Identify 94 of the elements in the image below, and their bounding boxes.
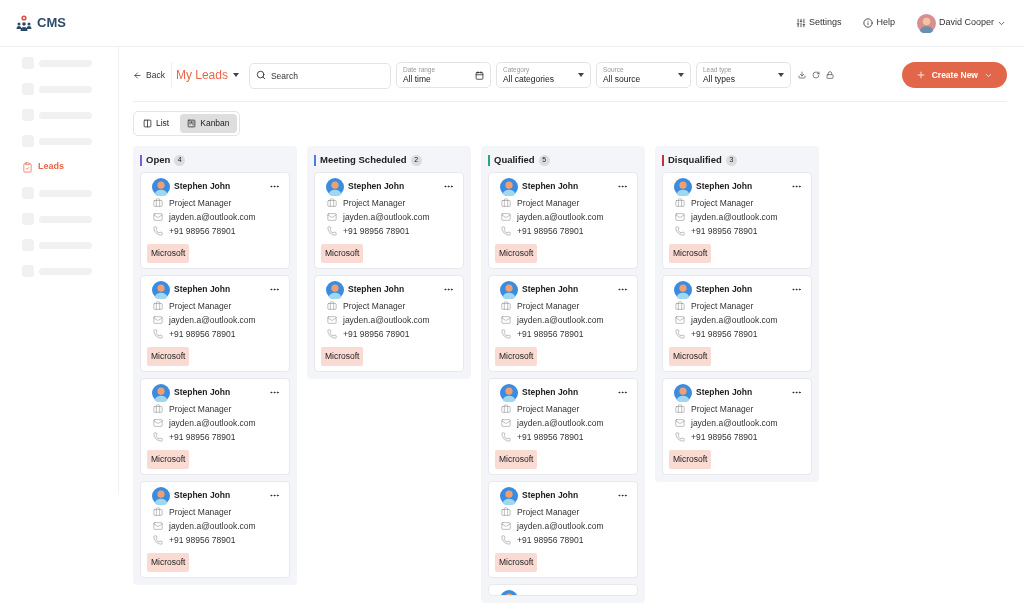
lead-phone: +91 98956 78901 — [343, 327, 410, 341]
lead-card[interactable]: Stephen John Project Manager jayden.a@outlook.com +91 98956 78901 Microsoft — [140, 378, 290, 475]
view-tab[interactable]: Kanban — [180, 114, 237, 133]
lead-card[interactable]: Stephen John Project Manager jayden.a@outlook.com +91 98956 78901 Microsoft — [488, 275, 638, 372]
brand-name: CMS — [37, 14, 66, 33]
lead-phone: +91 98956 78901 — [343, 224, 410, 238]
company-tag: Microsoft — [147, 553, 190, 572]
lead-email: jayden.a@outlook.com — [691, 416, 778, 430]
user-menu[interactable]: David Cooper — [916, 13, 1006, 33]
lead-role: Project Manager — [343, 196, 406, 210]
back-link[interactable]: Back — [133, 62, 172, 88]
company-tag: Microsoft — [495, 553, 538, 572]
filter-value: All source — [602, 74, 641, 83]
company-tag: Microsoft — [669, 347, 712, 366]
lead-role: Project Manager — [517, 196, 580, 210]
user-name: David Cooper — [938, 16, 994, 30]
lead-name: Stephen John — [174, 489, 231, 502]
lead-card[interactable]: Stephen John Project Manager jayden.a@outlook.com +91 98956 78901 Microsoft — [662, 378, 812, 475]
lead-email: jayden.a@outlook.com — [517, 519, 604, 533]
lead-email: jayden.a@outlook.com — [169, 313, 256, 327]
lead-card[interactable]: Stephen John Project Manager jayden.a@outlook.com +91 98956 78901 Microsoft — [488, 378, 638, 475]
lead-name: Stephen John — [522, 283, 579, 296]
lead-name: Stephen John — [174, 386, 231, 399]
filter-value: All categories — [502, 74, 554, 83]
lead-name: Stephen John — [696, 283, 753, 296]
search-field[interactable]: Search — [248, 63, 391, 89]
company-tag: Microsoft — [669, 450, 712, 469]
lead-card[interactable]: Stephen John Project Manager jayden.a@outlook.com +91 98956 78901 Microsoft — [662, 275, 812, 372]
lead-phone: +91 98956 78901 — [691, 327, 758, 341]
lead-role: Project Manager — [517, 402, 580, 416]
lead-role: Project Manager — [169, 196, 232, 210]
lead-role: Project Manager — [169, 505, 232, 519]
company-tag: Microsoft — [495, 450, 538, 469]
lead-name: Stephen John — [348, 180, 405, 193]
company-tag: Microsoft — [495, 244, 538, 263]
company-tag: Microsoft — [147, 244, 190, 263]
lead-card[interactable]: Stephen John Project Manager jayden.a@outlook.com +91 98956 78901 Microsoft — [140, 481, 290, 578]
lead-phone: +91 98956 78901 — [517, 224, 584, 238]
lead-phone: +91 98956 78901 — [517, 430, 584, 444]
lead-card[interactable]: Stephen John Project Manager jayden.a@outlook.com +91 98956 78901 Microsoft — [314, 275, 464, 372]
column-title: Meeting Scheduled — [320, 152, 407, 167]
lead-role: Project Manager — [343, 299, 406, 313]
company-tag: Microsoft — [321, 244, 364, 263]
lead-name: Stephen John — [696, 180, 753, 193]
lead-email: jayden.a@outlook.com — [169, 519, 256, 533]
company-tag: Microsoft — [147, 347, 190, 366]
lead-email: jayden.a@outlook.com — [343, 210, 430, 224]
help-link[interactable]: Help — [863, 16, 895, 30]
filter-value: All time — [402, 74, 431, 83]
lead-name: Stephen John — [522, 489, 579, 502]
column-title: Open — [146, 152, 171, 167]
lead-email: jayden.a@outlook.com — [691, 313, 778, 327]
lead-email: jayden.a@outlook.com — [169, 210, 256, 224]
company-tag: Microsoft — [321, 347, 364, 366]
company-tag: Microsoft — [669, 244, 712, 263]
lead-phone: +91 98956 78901 — [169, 327, 236, 341]
column-title: Qualified — [494, 152, 535, 167]
lead-card[interactable]: Stephen John Project Manager jayden.a@outlook.com +91 98956 78901 Microsoft — [488, 481, 638, 578]
lead-role: Project Manager — [691, 402, 754, 416]
lead-card[interactable]: Stephen John Project Manager jayden.a@outlook.com +91 98956 78901 Microsoft — [140, 275, 290, 372]
lead-name: Stephen John — [522, 386, 579, 399]
lead-role: Project Manager — [691, 196, 754, 210]
lead-role: Project Manager — [517, 505, 580, 519]
lead-card[interactable]: Stephen John Project Manager jayden.a@outlook.com +91 98956 78901 Microsoft — [488, 172, 638, 269]
lead-email: jayden.a@outlook.com — [517, 416, 604, 430]
filter-value: All types — [702, 74, 736, 83]
lead-card[interactable]: Stephen John Project Manager jayden.a@outlook.com +91 98956 78901 Microsoft — [140, 172, 290, 269]
lead-card[interactable]: Stephen John Project Manager jayden.a@outlook.com +91 98956 78901 Microsoft — [314, 172, 464, 269]
lead-email: jayden.a@outlook.com — [691, 210, 778, 224]
lead-name: Stephen John — [174, 180, 231, 193]
lead-role: Project Manager — [169, 299, 232, 313]
lead-role: Project Manager — [691, 299, 754, 313]
lead-phone: +91 98956 78901 — [517, 533, 584, 547]
company-tag: Microsoft — [147, 450, 190, 469]
lead-phone: +91 98956 78901 — [691, 430, 758, 444]
lead-phone: +91 98956 78901 — [169, 533, 236, 547]
lead-name: Stephen John — [174, 283, 231, 296]
lead-email: jayden.a@outlook.com — [517, 210, 604, 224]
column-title: Disqualified — [668, 152, 722, 167]
lead-role: Project Manager — [169, 402, 232, 416]
lead-name: Stephen John — [348, 283, 405, 296]
lead-role: Project Manager — [517, 299, 580, 313]
company-tag: Microsoft — [495, 347, 538, 366]
lead-email: jayden.a@outlook.com — [169, 416, 256, 430]
settings-link[interactable]: Settings — [795, 16, 842, 30]
lead-card[interactable]: Stephen John Project Manager jayden.a@outlook.com +91 98956 78901 Microsoft — [662, 172, 812, 269]
lead-email: jayden.a@outlook.com — [343, 313, 430, 327]
lead-phone: +91 98956 78901 — [517, 327, 584, 341]
lead-email: jayden.a@outlook.com — [517, 313, 604, 327]
lead-phone: +91 98956 78901 — [691, 224, 758, 238]
lead-phone: +91 98956 78901 — [169, 224, 236, 238]
lead-phone: +91 98956 78901 — [169, 430, 236, 444]
lead-name: Stephen John — [696, 386, 753, 399]
lead-name: Stephen John — [522, 180, 579, 193]
